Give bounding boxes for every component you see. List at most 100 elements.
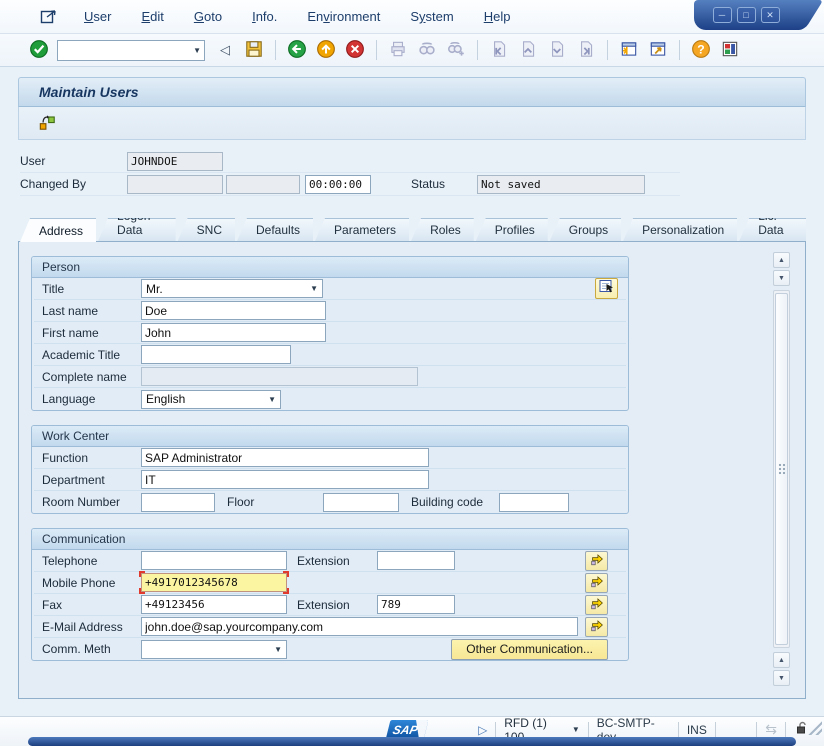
close-button[interactable]: ✕ [761,7,780,23]
menu-edit[interactable]: Edit [141,9,163,24]
client-area: Maintain Users User Changed By Status [0,67,824,716]
enter-check-icon [29,39,49,62]
tab-roles[interactable]: Roles [411,218,474,241]
department-input[interactable] [141,470,429,489]
menu-goto[interactable]: Goto [194,9,222,24]
address-preview-button[interactable] [595,278,618,299]
floor-input[interactable] [323,493,399,512]
person-group-legend: Person [32,257,628,278]
menu-user[interactable]: User [84,9,111,24]
tab-strip: Address Logon Data SNC Defaults Paramete… [18,218,806,241]
customize-layout-button[interactable] [717,37,743,63]
save-button[interactable] [241,37,267,63]
help-button[interactable]: ? [688,37,714,63]
close-icon: ✕ [766,10,774,20]
create-shortcut-icon [648,39,668,62]
last-page-button [573,37,599,63]
user-row: User [20,150,680,173]
first-name-label: First name [42,326,141,340]
scroll-up-button-bottom[interactable]: ▲ [773,652,790,668]
tab-parameters[interactable]: Parameters [315,218,409,241]
maintain-arrow-icon [589,617,605,636]
mobile-other-values-button[interactable] [585,573,608,593]
room-number-input[interactable] [141,493,215,512]
last-name-input[interactable] [141,301,326,320]
first-name-input[interactable] [141,323,326,342]
scroll-up-button[interactable]: ▲ [773,252,790,268]
telephone-other-values-button[interactable] [585,551,608,571]
cancel-icon [345,39,365,62]
building-code-input[interactable] [499,493,569,512]
create-shortcut-button[interactable] [645,37,671,63]
fax-input[interactable] [141,595,287,614]
address-tab-panel: Person Title Mr. ▼ Last name Firs [18,241,806,699]
sap-gui-window: ─ □ ✕ User Edit Goto Info. Environment S… [0,0,824,746]
email-other-values-button[interactable] [585,617,608,637]
person-group: Person Title Mr. ▼ Last name Firs [31,256,629,411]
collapse-command-field-button[interactable]: ◁ [212,37,238,63]
comm-meth-label: Comm. Meth [42,642,141,656]
user-input[interactable] [127,152,223,171]
fax-row: Fax Extension [34,594,626,616]
new-session-icon [619,39,639,62]
tab-defaults[interactable]: Defaults [237,218,313,241]
scroll-down-button[interactable]: ▼ [773,270,790,286]
exit-button[interactable] [313,37,339,63]
header-fields: User Changed By Status [18,140,806,196]
chevron-down-icon[interactable]: ▼ [193,46,201,55]
telephone-extension-label: Extension [297,554,377,568]
menu-help[interactable]: Help [484,9,511,24]
maximize-button[interactable]: □ [737,7,756,23]
changed-by-time-field[interactable] [305,175,371,194]
language-label: Language [42,392,141,406]
previous-page-button [515,37,541,63]
tab-lic-data[interactable]: Lic. Data [739,218,806,241]
cancel-button[interactable] [342,37,368,63]
scroll-down-button-bottom[interactable]: ▼ [773,670,790,686]
mobile-phone-input[interactable] [141,573,287,592]
status-field[interactable] [477,175,645,194]
mobile-phone-focus-frame [141,573,287,592]
tab-profiles[interactable]: Profiles [476,218,548,241]
other-communication-button[interactable]: Other Communication... [451,639,608,660]
fax-other-values-button[interactable] [585,595,608,615]
academic-title-input[interactable] [141,345,291,364]
changed-by-user-field[interactable] [127,175,223,194]
system-menu-icon[interactable] [40,9,58,25]
print-icon [388,39,408,62]
minimize-button[interactable]: ─ [713,7,732,23]
language-select[interactable]: English ▼ [141,390,281,409]
changed-by-date-field[interactable] [226,175,300,194]
svg-text:?: ? [697,42,704,56]
email-input[interactable] [141,617,578,636]
collapse-triangle-icon: ◁ [220,42,230,58]
tab-groups[interactable]: Groups [550,218,621,241]
toolbar-separator [607,40,608,60]
performance-assistant-icon[interactable]: ▷ [478,723,487,737]
menu-info[interactable]: Info. [252,9,277,24]
telephone-extension-input[interactable] [377,551,455,570]
new-session-button[interactable] [616,37,642,63]
telephone-input[interactable] [141,551,287,570]
references-button[interactable] [35,111,59,135]
menu-environment[interactable]: Environment [307,9,380,24]
chevron-down-icon: ▼ [310,284,318,293]
command-input[interactable] [61,43,193,57]
comm-meth-select[interactable]: ▼ [141,640,287,659]
tab-personalization[interactable]: Personalization [623,218,737,241]
tab-snc[interactable]: SNC [178,218,235,241]
first-page-icon [489,39,509,62]
tab-logon-data[interactable]: Logon Data [98,218,176,241]
communication-group: Communication Telephone Extension Mobile… [31,528,629,661]
enter-button[interactable] [26,37,52,63]
toolbar-separator [679,40,680,60]
menu-system[interactable]: System [410,9,453,24]
scrollbar-thumb[interactable] [775,293,788,645]
tab-address[interactable]: Address [20,218,96,242]
fax-extension-input[interactable] [377,595,455,614]
function-input[interactable] [141,448,429,467]
window-bottom-frame [28,737,796,746]
back-button[interactable] [284,37,310,63]
scrollbar-track [773,290,790,648]
title-select[interactable]: Mr. ▼ [141,279,323,298]
